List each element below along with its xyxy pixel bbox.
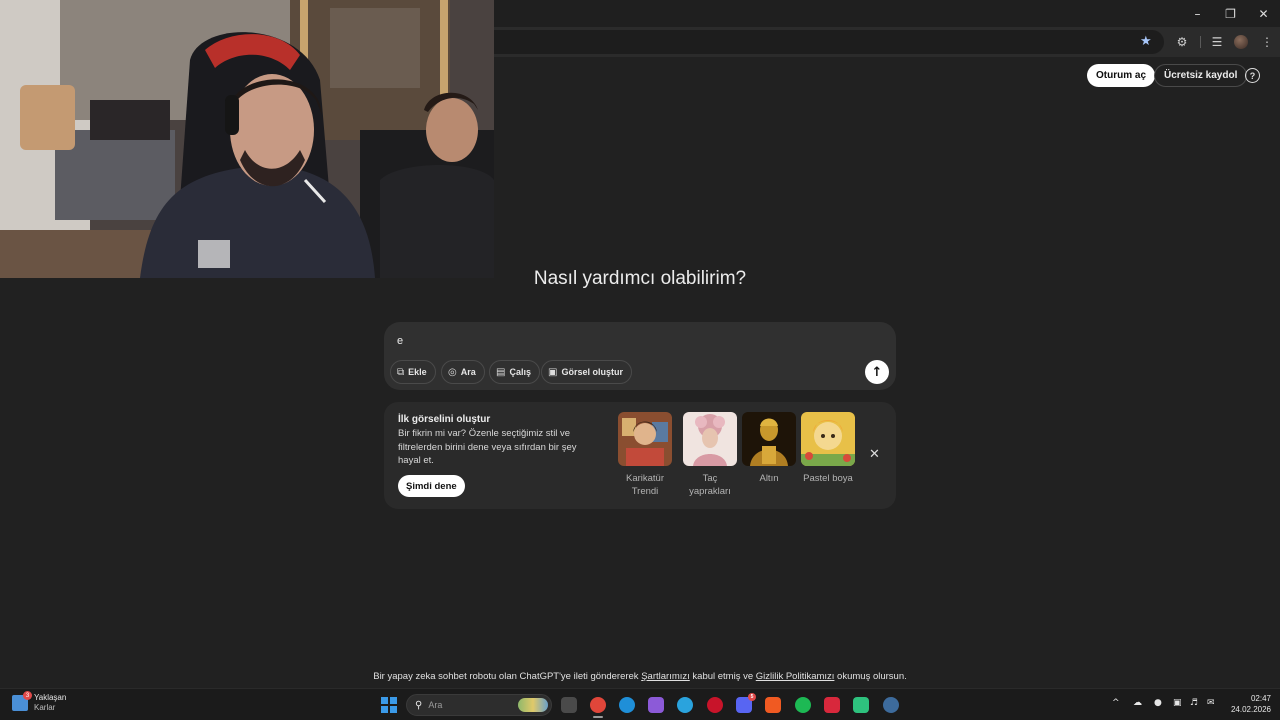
style-thumbnail — [618, 412, 672, 466]
clock-date: 24.02.2026 — [1230, 705, 1271, 714]
weather-widget[interactable]: 3 Yaklaşan Karlar — [12, 691, 67, 713]
image-promo-card: İlk görselini oluştur Bir fikrin mi var?… — [384, 402, 896, 509]
extensions-icon[interactable]: ⚙ — [1172, 32, 1192, 52]
disclaimer-text: kabul etmiş ve — [689, 671, 756, 682]
style-card-pastel[interactable]: Pastel boya — [800, 412, 856, 485]
signup-button[interactable]: Ücretsiz kaydol — [1154, 64, 1248, 87]
try-now-button[interactable]: Şimdi dene — [398, 475, 465, 497]
network-icon[interactable]: ▣ — [1173, 698, 1182, 708]
notification-badge: 5 — [748, 693, 756, 701]
page-title: Nasıl yardımcı olabilirim? — [533, 268, 747, 289]
style-card-gold[interactable]: Altın — [741, 412, 797, 485]
style-label: Altın — [759, 473, 779, 484]
volume-icon[interactable]: ♬ — [1190, 698, 1198, 708]
edge-icon[interactable] — [619, 697, 635, 713]
attach-chip[interactable]: ⧉ Ekle — [390, 360, 436, 384]
paperclip-icon: ⧉ — [397, 366, 405, 378]
login-button[interactable]: Oturum aç — [1087, 64, 1156, 87]
spotify-icon[interactable] — [795, 697, 811, 713]
chip-label-attach: Ekle — [408, 367, 427, 377]
search-highlight-image — [518, 698, 548, 712]
book-icon: ▤ — [496, 366, 506, 378]
more-menu-icon[interactable]: ⋮ — [1257, 32, 1277, 52]
search-placeholder: Ara — [428, 700, 443, 710]
terms-disclaimer: Bir yapay zeka sohbet robotu olan ChatGP… — [0, 671, 1280, 682]
notification-badge: 3 — [23, 691, 32, 700]
close-icon[interactable]: ✕ — [869, 447, 880, 462]
profile-avatar[interactable] — [1234, 35, 1248, 49]
disclaimer-text: okumuş olursun. — [834, 671, 907, 682]
telegram-icon[interactable] — [677, 697, 693, 713]
task-view-icon[interactable] — [561, 697, 577, 713]
arrow-up-icon: ↑ — [871, 364, 883, 380]
notification-icon[interactable]: ✉ — [1207, 698, 1215, 708]
style-label: Pastel boya — [803, 473, 853, 484]
search-icon: ⚲ — [415, 699, 423, 711]
style-card-cartoon[interactable]: Karikatür Trendi — [617, 412, 673, 498]
search-chip[interactable]: ◎ Ara — [441, 360, 485, 384]
toolbar-divider — [1200, 36, 1201, 48]
help-icon[interactable]: ? — [1245, 68, 1260, 83]
style-thumbnail — [683, 412, 737, 466]
chip-label-study: Çalış — [509, 367, 531, 377]
media-control-icon[interactable]: ☰ — [1207, 32, 1227, 52]
tray-overflow-icon[interactable]: ^ — [1112, 698, 1120, 708]
send-button[interactable]: ↑ — [865, 360, 889, 384]
restore-icon[interactable]: ❐ — [1214, 0, 1247, 27]
style-card-petals[interactable]: Taç yaprakları — [682, 412, 738, 498]
style-label: Karikatür Trendi — [625, 473, 664, 497]
window-controls: – ❐ ✕ — [1181, 0, 1280, 27]
webcam-overlay — [0, 0, 494, 278]
disclaimer-text: Bir yapay zeka sohbet robotu olan ChatGP… — [373, 671, 642, 682]
close-icon[interactable]: ✕ — [1247, 0, 1280, 27]
privacy-link[interactable]: Gizlilik Politikamızı — [756, 671, 835, 682]
bookmark-star-icon[interactable]: ★ — [1140, 33, 1152, 51]
prompt-input[interactable]: e — [397, 335, 403, 347]
start-button[interactable] — [381, 697, 397, 713]
settings-icon[interactable] — [883, 697, 899, 713]
globe-icon: ◎ — [448, 366, 457, 378]
prompt-composer[interactable]: e ⧉ Ekle ◎ Ara ▤ Çalış ▣ Görsel oluştur … — [384, 322, 896, 390]
brave-icon[interactable] — [765, 697, 781, 713]
clock-time: 02:47 — [1250, 694, 1271, 703]
style-thumbnail — [742, 412, 796, 466]
green-app-icon[interactable] — [853, 697, 869, 713]
microphone-icon[interactable]: ● — [1154, 698, 1162, 708]
chip-label-search: Ara — [460, 367, 476, 377]
weather-subtitle: Karlar — [34, 703, 56, 712]
taskbar: 3 Yaklaşan Karlar ⚲ Ara 5 ^ ☁ ● ▣ ♬ ✉ 02… — [0, 688, 1280, 720]
style-label: Taç yaprakları — [689, 473, 731, 497]
study-chip[interactable]: ▤ Çalış — [489, 360, 540, 384]
minimize-icon[interactable]: – — [1181, 0, 1214, 27]
weather-icon: 3 — [12, 691, 32, 711]
style-thumbnail — [801, 412, 855, 466]
create-image-chip[interactable]: ▣ Görsel oluştur — [541, 360, 632, 384]
promo-title: İlk görselini oluştur — [398, 414, 491, 425]
address-bar[interactable] — [494, 30, 1164, 54]
copilot-icon[interactable] — [648, 697, 664, 713]
terms-link[interactable]: Şartlarımızı — [641, 671, 690, 682]
taskbar-search[interactable]: ⚲ Ara — [406, 694, 552, 716]
discord-icon[interactable]: 5 — [736, 693, 756, 713]
weather-title: Yaklaşan — [34, 693, 67, 702]
red-app-icon[interactable] — [824, 697, 840, 713]
image-icon: ▣ — [548, 366, 558, 378]
onedrive-icon[interactable]: ☁ — [1133, 698, 1142, 708]
chrome-icon[interactable] — [590, 697, 606, 718]
promo-description: Bir fikrin mi var? Özenle seçtiğimiz sti… — [398, 428, 577, 466]
chip-label-image: Görsel oluştur — [561, 367, 623, 377]
opera-icon[interactable] — [707, 697, 723, 713]
system-clock[interactable]: 02:47 24.02.2026 — [1225, 693, 1271, 715]
